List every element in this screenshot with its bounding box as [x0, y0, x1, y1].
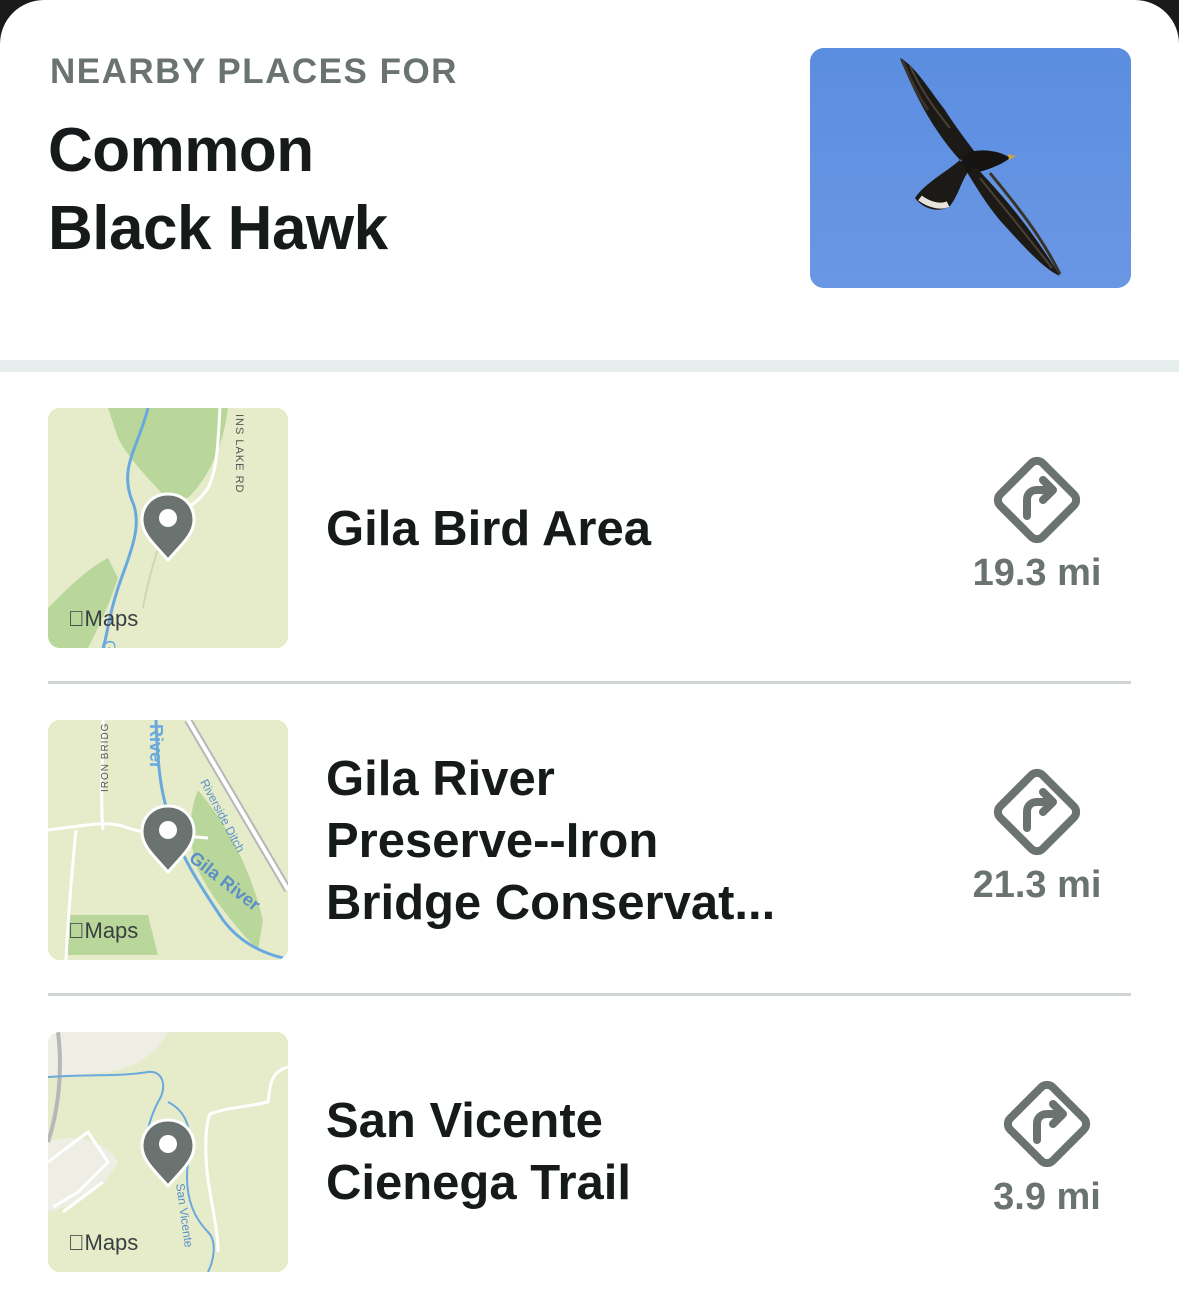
place-map-thumbnail[interactable]: San Vicente Maps [48, 1032, 288, 1272]
apple-logo-icon:  [68, 1230, 85, 1255]
place-name[interactable]: Gila River Preserve--Iron Bridge Conserv… [326, 748, 846, 934]
distance-label: 21.3 mi [972, 864, 1102, 906]
distance-label: 3.9 mi [993, 1176, 1101, 1218]
hawk-image [810, 48, 1131, 288]
section-divider [0, 360, 1179, 372]
header: NEARBY PLACES FOR Common Black Hawk [0, 0, 1179, 360]
species-title: Common Black Hawk [48, 112, 568, 268]
apple-maps-badge: Maps [68, 606, 138, 632]
directions-turn-right-icon [1003, 1080, 1091, 1168]
directions-turn-right-icon [993, 768, 1081, 856]
apple-maps-badge: Maps [68, 918, 138, 944]
apple-logo-icon:  [68, 606, 85, 631]
eyebrow-label: NEARBY PLACES FOR [50, 52, 458, 91]
place-name[interactable]: San Vicente Cienega Trail [326, 1090, 846, 1214]
distance-label: 19.3 mi [972, 552, 1102, 594]
place-row[interactable]: INS LAKE RD Gil Maps Gila Bird Area 19.… [0, 372, 1179, 684]
place-name-line: Preserve--Iron [326, 814, 659, 868]
species-title-line-1: Common [48, 116, 314, 185]
map-road-label: INS LAKE RD [233, 414, 245, 493]
place-name-line: Gila River [326, 752, 555, 806]
map-river-label: River [146, 724, 166, 769]
place-name[interactable]: Gila Bird Area [326, 498, 846, 560]
maps-badge-text: Maps [68, 1230, 139, 1255]
place-row[interactable]: San Vicente Maps San Vicente Cienega Tr… [0, 996, 1179, 1294]
maps-badge-text: Maps [68, 606, 139, 631]
place-name-line: Gila Bird Area [326, 502, 651, 556]
directions-button[interactable]: 3.9 mi [927, 1074, 1167, 1219]
map-road-label: IRON BRIDG [100, 723, 111, 792]
place-name-line: San Vicente [326, 1094, 603, 1148]
species-photo [810, 48, 1131, 288]
apple-maps-badge: Maps [68, 1230, 138, 1256]
map-river-label: Gil [100, 640, 119, 648]
place-name-line: Bridge Conservat... [326, 876, 776, 930]
directions-button[interactable]: 19.3 mi [917, 450, 1157, 595]
species-title-line-2: Black Hawk [48, 194, 388, 263]
apple-logo-icon:  [68, 918, 85, 943]
directions-button[interactable]: 21.3 mi [917, 762, 1157, 907]
maps-badge-text: Maps [68, 918, 139, 943]
place-map-thumbnail[interactable]: INS LAKE RD Gil Maps [48, 408, 288, 648]
place-name-line: Cienega Trail [326, 1156, 632, 1210]
directions-turn-right-icon [993, 456, 1081, 544]
place-row[interactable]: IRON BRIDG River Riverside Ditch Gila Ri… [0, 684, 1179, 996]
place-map-thumbnail[interactable]: IRON BRIDG River Riverside Ditch Gila Ri… [48, 720, 288, 960]
nearby-places-sheet: NEARBY PLACES FOR Common Black Hawk INS … [0, 0, 1179, 1294]
